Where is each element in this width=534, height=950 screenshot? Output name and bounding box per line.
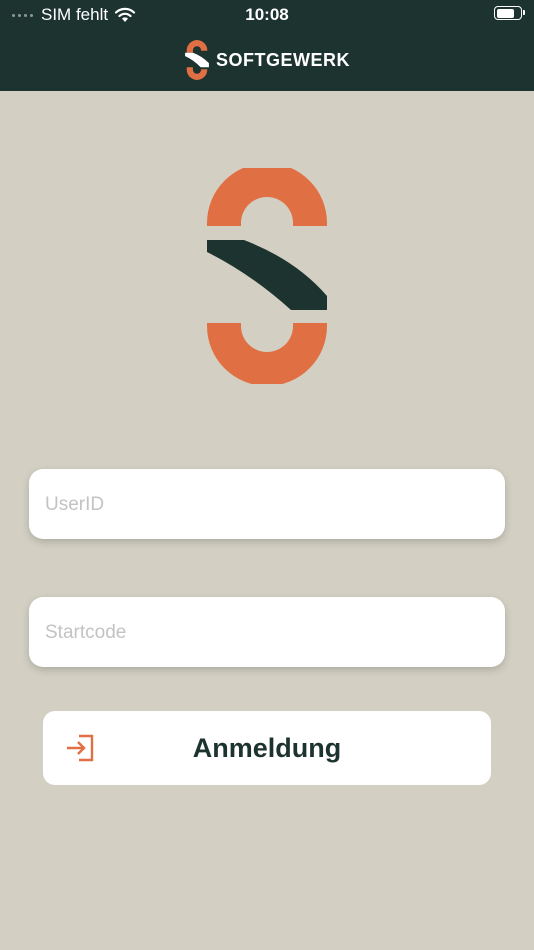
userid-input[interactable]: [43, 469, 495, 541]
login-button[interactable]: Anmeldung: [43, 711, 491, 785]
login-button-label: Anmeldung: [192, 733, 342, 763]
startcode-input[interactable]: [43, 597, 495, 669]
startcode-field[interactable]: [29, 597, 505, 669]
battery-icon: [494, 6, 525, 20]
header-brand: SOFTGEWERK: [0, 38, 534, 82]
battery-fill: [496, 8, 514, 18]
brand-name: SOFTGEWERK: [216, 49, 350, 70]
userid-field[interactable]: [29, 469, 505, 541]
status-bar: SIM fehlt 10:08: [0, 0, 534, 30]
softgewerk-big-logo-icon: [207, 168, 327, 384]
status-time: 10:08: [245, 5, 289, 24]
softgewerk-logo-icon: [185, 40, 209, 80]
app-header: SIM fehlt 10:08 SOFTGEWERK: [0, 0, 534, 91]
